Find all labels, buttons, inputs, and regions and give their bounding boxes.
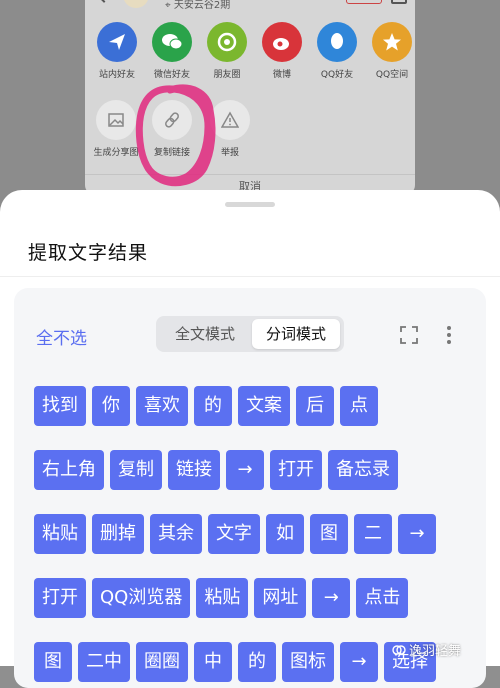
word-chip[interactable]: 后 xyxy=(296,386,334,426)
qzone-icon xyxy=(372,22,412,62)
share-panel: ⌖ 天安云谷2期 站内好友 微信好友 朋友圈 微博 QQ好友 QQ空间 生成分享… xyxy=(85,0,415,195)
word-chip[interactable]: 图 xyxy=(34,642,72,682)
mode-toggle: 全文模式 分词模式 xyxy=(156,316,344,352)
word-chip[interactable]: 右上角 xyxy=(34,450,104,490)
location-pin-icon: ⌖ xyxy=(165,0,171,11)
deselect-all-button[interactable]: 全不选 xyxy=(36,324,87,349)
word-chip[interactable]: 的 xyxy=(194,386,232,426)
drag-handle[interactable] xyxy=(225,202,275,207)
word-chip[interactable]: 如 xyxy=(266,514,304,554)
word-chip[interactable]: 圈圈 xyxy=(136,642,188,682)
word-chip[interactable]: 文案 xyxy=(238,386,290,426)
moments-icon xyxy=(207,22,247,62)
word-chip[interactable]: 粘贴 xyxy=(34,514,86,554)
post-header: ⌖ 天安云谷2期 xyxy=(85,0,415,14)
options-icon[interactable] xyxy=(391,0,407,4)
generate-share-image-button[interactable]: 生成分享图 xyxy=(85,100,147,158)
tool-row: 生成分享图 复制链接 举报 xyxy=(85,100,415,160)
copy-link-button[interactable]: 复制链接 xyxy=(141,100,203,158)
word-chip[interactable]: 二中 xyxy=(78,642,130,682)
tab-full-text-mode[interactable]: 全文模式 xyxy=(160,319,250,349)
back-chevron-icon[interactable] xyxy=(94,0,114,3)
word-chip[interactable]: 打开 xyxy=(270,450,322,490)
chip-row: 找到 你 喜欢 的 文案 后 点 xyxy=(34,386,378,428)
word-chip[interactable]: 中 xyxy=(194,642,232,682)
follow-button[interactable] xyxy=(346,0,382,4)
result-panel: 全不选 全文模式 分词模式 找到 你 喜欢 的 文案 后 点 右上角 复制 链接… xyxy=(14,288,486,688)
word-chip[interactable]: 找到 xyxy=(34,386,86,426)
word-chip[interactable]: → xyxy=(340,642,378,682)
share-target-wechat[interactable]: 微信好友 xyxy=(144,22,200,80)
word-chip[interactable]: QQ浏览器 xyxy=(92,578,191,618)
word-chip[interactable]: → xyxy=(398,514,436,554)
more-vertical-icon[interactable] xyxy=(446,325,452,345)
share-target-weibo[interactable]: 微博 xyxy=(254,22,310,80)
word-chip[interactable]: 网址 xyxy=(254,578,307,618)
word-chip[interactable]: 图 xyxy=(310,514,348,554)
word-chip[interactable]: 点击 xyxy=(356,578,409,618)
image-icon xyxy=(96,100,136,140)
qq-icon xyxy=(317,22,357,62)
word-chip[interactable]: 你 xyxy=(92,386,130,426)
divider xyxy=(0,276,500,277)
fullscreen-icon[interactable] xyxy=(400,326,418,344)
sheet-title: 提取文字结果 xyxy=(28,242,149,264)
avatar xyxy=(123,0,149,8)
word-chip[interactable]: 二 xyxy=(354,514,392,554)
word-chip[interactable]: 喜欢 xyxy=(136,386,188,426)
word-chip[interactable]: 点 xyxy=(340,386,378,426)
chip-row: 图 二中 圈圈 中 的 图标 → 选择 xyxy=(34,642,436,684)
word-chip[interactable]: 备忘录 xyxy=(328,450,398,490)
divider xyxy=(85,174,415,175)
link-icon xyxy=(152,100,192,140)
watermark-logo-icon xyxy=(392,644,406,655)
word-chip[interactable]: 打开 xyxy=(34,578,86,618)
word-chip[interactable]: 其余 xyxy=(150,514,202,554)
location-label: ⌖ 天安云谷2期 xyxy=(165,0,231,11)
chip-row: 打开 QQ浏览器 粘贴 网址 → 点击 xyxy=(34,578,409,620)
word-chip[interactable]: 文字 xyxy=(208,514,260,554)
tab-segment-mode[interactable]: 分词模式 xyxy=(252,319,340,349)
share-target-qzone[interactable]: QQ空间 xyxy=(364,22,415,80)
word-chip[interactable]: 链接 xyxy=(168,450,220,490)
share-target-site-friends[interactable]: 站内好友 xyxy=(89,22,145,80)
share-targets-row: 站内好友 微信好友 朋友圈 微博 QQ好友 QQ空间 xyxy=(85,22,415,82)
extract-text-sheet: 提取文字结果 全不选 全文模式 分词模式 找到 你 喜欢 的 文案 后 点 右上 xyxy=(0,190,500,688)
report-button[interactable]: 举报 xyxy=(199,100,261,158)
share-target-qq[interactable]: QQ好友 xyxy=(309,22,365,80)
warning-icon xyxy=(210,100,250,140)
word-chip[interactable]: → xyxy=(312,578,351,618)
watermark: 逸羽轻舞 xyxy=(392,640,461,659)
word-chip[interactable]: → xyxy=(226,450,264,490)
chip-row: 右上角 复制 链接 → 打开 备忘录 xyxy=(34,450,398,492)
word-chip[interactable]: 删掉 xyxy=(92,514,144,554)
word-chip[interactable]: 复制 xyxy=(110,450,162,490)
share-target-moments[interactable]: 朋友圈 xyxy=(199,22,255,80)
word-chip[interactable]: 粘贴 xyxy=(196,578,249,618)
word-chip[interactable]: 的 xyxy=(238,642,276,682)
wechat-icon xyxy=(152,22,192,62)
word-chip[interactable]: 图标 xyxy=(282,642,334,682)
weibo-icon xyxy=(262,22,302,62)
paper-plane-icon xyxy=(97,22,137,62)
chip-row: 粘贴 删掉 其余 文字 如 图 二 → xyxy=(34,514,436,556)
